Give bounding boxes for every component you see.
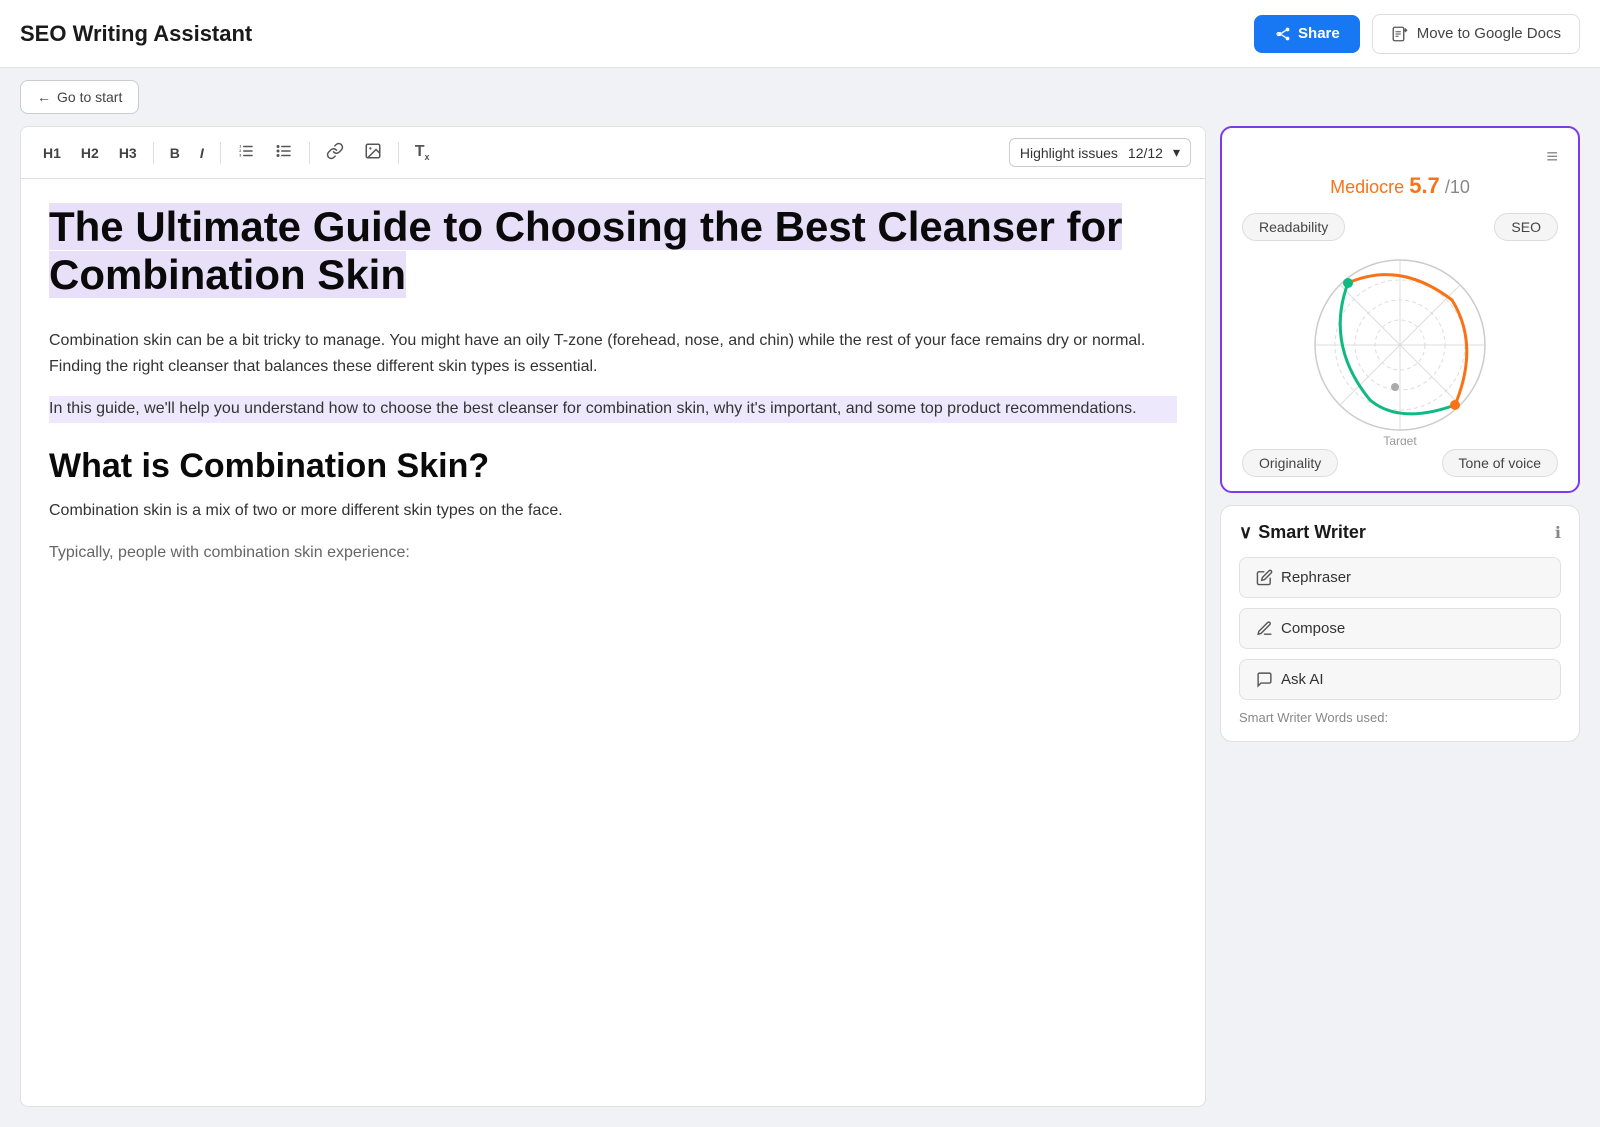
share-button[interactable]: Share — [1254, 15, 1360, 53]
clear-format-button[interactable]: Tx — [407, 138, 438, 167]
share-label: Share — [1298, 25, 1340, 42]
app-title: SEO Writing Assistant — [20, 21, 252, 47]
italic-button[interactable]: I — [192, 140, 212, 166]
separator-4 — [398, 142, 399, 164]
right-panel: ≡ Mediocre 5.7 /10 Readability SEO — [1220, 126, 1580, 1107]
image-icon — [364, 142, 382, 160]
compose-button[interactable]: Compose — [1239, 608, 1561, 649]
chevron-down-icon: ▾ — [1173, 144, 1180, 161]
rephraser-label: Rephraser — [1281, 569, 1351, 586]
compose-icon — [1256, 620, 1273, 637]
rephraser-icon — [1256, 569, 1273, 586]
article-para-2: In this guide, we'll help you understand… — [49, 396, 1177, 422]
h1-button[interactable]: H1 — [35, 140, 69, 166]
ask-ai-button[interactable]: Ask AI — [1239, 659, 1561, 700]
radar-top-labels: Readability SEO — [1242, 213, 1558, 241]
smart-writer-header: ∨ Smart Writer ℹ — [1239, 522, 1561, 543]
radar-bottom-labels: Originality Tone of voice — [1242, 449, 1558, 477]
score-denom: /10 — [1445, 177, 1470, 197]
score-quality-label: Mediocre — [1330, 177, 1404, 197]
share-icon — [1274, 25, 1292, 43]
article-para-1: Combination skin can be a bit tricky to … — [49, 328, 1177, 381]
sub-header: ← Go to start — [0, 68, 1600, 126]
separator-2 — [220, 142, 221, 164]
score-header: Mediocre 5.7 /10 — [1242, 173, 1558, 199]
h2-button[interactable]: H2 — [73, 140, 107, 166]
svg-text:Target: Target — [1383, 434, 1417, 445]
smart-writer-label: Smart Writer — [1258, 522, 1366, 543]
svg-text:1: 1 — [239, 144, 241, 148]
ordered-list-button[interactable]: 1 2 3 — [229, 137, 263, 168]
smart-writer-card: ∨ Smart Writer ℹ Rephraser Compose — [1220, 505, 1580, 742]
menu-icon[interactable]: ≡ — [1546, 146, 1558, 169]
radar-svg: Target — [1280, 245, 1520, 445]
go-to-start-button[interactable]: ← Go to start — [20, 80, 139, 114]
rephraser-button[interactable]: Rephraser — [1239, 557, 1561, 598]
bold-button[interactable]: B — [162, 140, 188, 166]
info-icon[interactable]: ℹ — [1555, 523, 1561, 543]
h3-button[interactable]: H3 — [111, 140, 145, 166]
image-button[interactable] — [356, 137, 390, 168]
highlight-issues-count: 12/12 — [1128, 145, 1163, 161]
editor-panel: H1 H2 H3 B I 1 2 3 — [20, 126, 1206, 1107]
separator-1 — [153, 142, 154, 164]
article-title: The Ultimate Guide to Choosing the Best … — [49, 203, 1122, 298]
seo-button[interactable]: SEO — [1494, 213, 1558, 241]
link-icon — [326, 142, 344, 160]
editor-content[interactable]: The Ultimate Guide to Choosing the Best … — [21, 179, 1205, 1106]
unordered-list-icon — [275, 142, 293, 160]
article-para-3: Combination skin is a mix of two or more… — [49, 498, 1177, 524]
article-title-wrapper: The Ultimate Guide to Choosing the Best … — [49, 203, 1177, 300]
go-start-label: Go to start — [57, 89, 122, 105]
smart-writer-title: ∨ Smart Writer — [1239, 522, 1366, 543]
arrow-left-icon: ← — [37, 89, 51, 105]
link-button[interactable] — [318, 137, 352, 168]
article-h2: What is Combination Skin? — [49, 447, 1177, 486]
svg-text:2: 2 — [239, 149, 241, 153]
article-body: Combination skin can be a bit tricky to … — [49, 328, 1177, 567]
tone-of-voice-button[interactable]: Tone of voice — [1442, 449, 1559, 477]
header-actions: Share Move to Google Docs — [1254, 14, 1580, 54]
main-layout: H1 H2 H3 B I 1 2 3 — [0, 126, 1600, 1127]
move-to-docs-button[interactable]: Move to Google Docs — [1372, 14, 1580, 54]
unordered-list-button[interactable] — [267, 137, 301, 168]
originality-button[interactable]: Originality — [1242, 449, 1338, 477]
highlight-issues-label: Highlight issues — [1020, 145, 1118, 161]
radar-chart: Target — [1242, 245, 1558, 445]
readability-button[interactable]: Readability — [1242, 213, 1345, 241]
article-para-4: Typically, people with combination skin … — [49, 540, 1177, 566]
score-value: 5.7 — [1409, 173, 1440, 198]
score-card: ≡ Mediocre 5.7 /10 Readability SEO — [1220, 126, 1580, 493]
smart-writer-words-label: Smart Writer Words used: — [1239, 710, 1561, 725]
chevron-down-sw-icon: ∨ — [1239, 522, 1252, 543]
separator-3 — [309, 142, 310, 164]
ordered-list-icon: 1 2 3 — [237, 142, 255, 160]
svg-text:3: 3 — [239, 153, 241, 157]
ask-ai-label: Ask AI — [1281, 671, 1324, 688]
move-docs-label: Move to Google Docs — [1417, 25, 1561, 42]
compose-label: Compose — [1281, 620, 1345, 637]
move-docs-icon — [1391, 25, 1409, 43]
app-header: SEO Writing Assistant Share Move t — [0, 0, 1600, 68]
editor-toolbar: H1 H2 H3 B I 1 2 3 — [21, 127, 1205, 179]
highlight-issues-dropdown[interactable]: Highlight issues 12/12 ▾ — [1009, 138, 1191, 167]
ask-ai-icon — [1256, 671, 1273, 688]
